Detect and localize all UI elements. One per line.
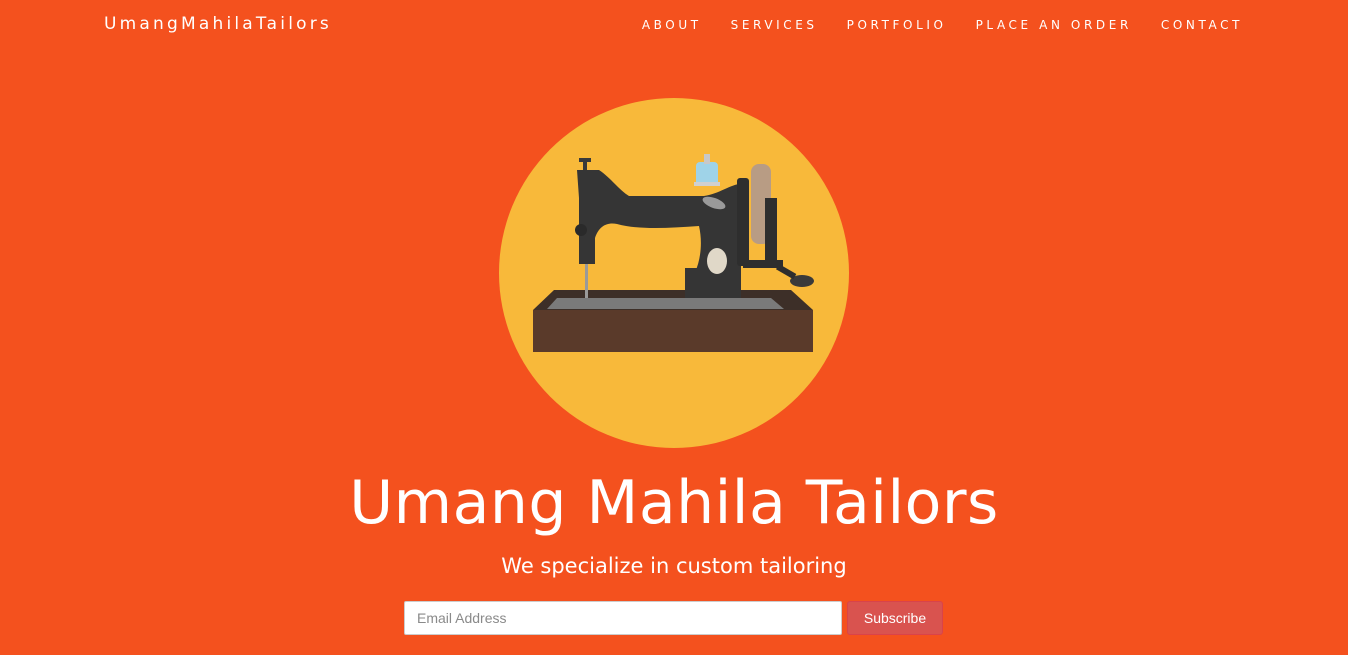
navbar: UmangMahilaTailors ABOUT SERVICES PORTFO…	[0, 0, 1348, 50]
page-title: Umang Mahila Tailors	[349, 468, 999, 538]
sewing-machine-icon	[533, 154, 814, 352]
nav-item-about[interactable]: ABOUT	[642, 18, 702, 32]
nav-item-services[interactable]: SERVICES	[731, 18, 818, 32]
nav-item-place-an-order[interactable]: PLACE AN ORDER	[976, 18, 1132, 32]
nav-item-portfolio[interactable]: PORTFOLIO	[847, 18, 947, 32]
email-input[interactable]	[404, 601, 842, 635]
hero-image	[499, 98, 849, 448]
nav-item-contact[interactable]: CONTACT	[1161, 18, 1243, 32]
nav-menu: ABOUT SERVICES PORTFOLIO PLACE AN ORDER …	[613, 18, 1243, 32]
subscribe-form: Subscribe	[404, 601, 944, 635]
subscribe-button[interactable]: Subscribe	[847, 601, 943, 635]
page-subtitle: We specialize in custom tailoring	[501, 554, 847, 578]
brand-link[interactable]: UmangMahilaTailors	[104, 14, 332, 34]
